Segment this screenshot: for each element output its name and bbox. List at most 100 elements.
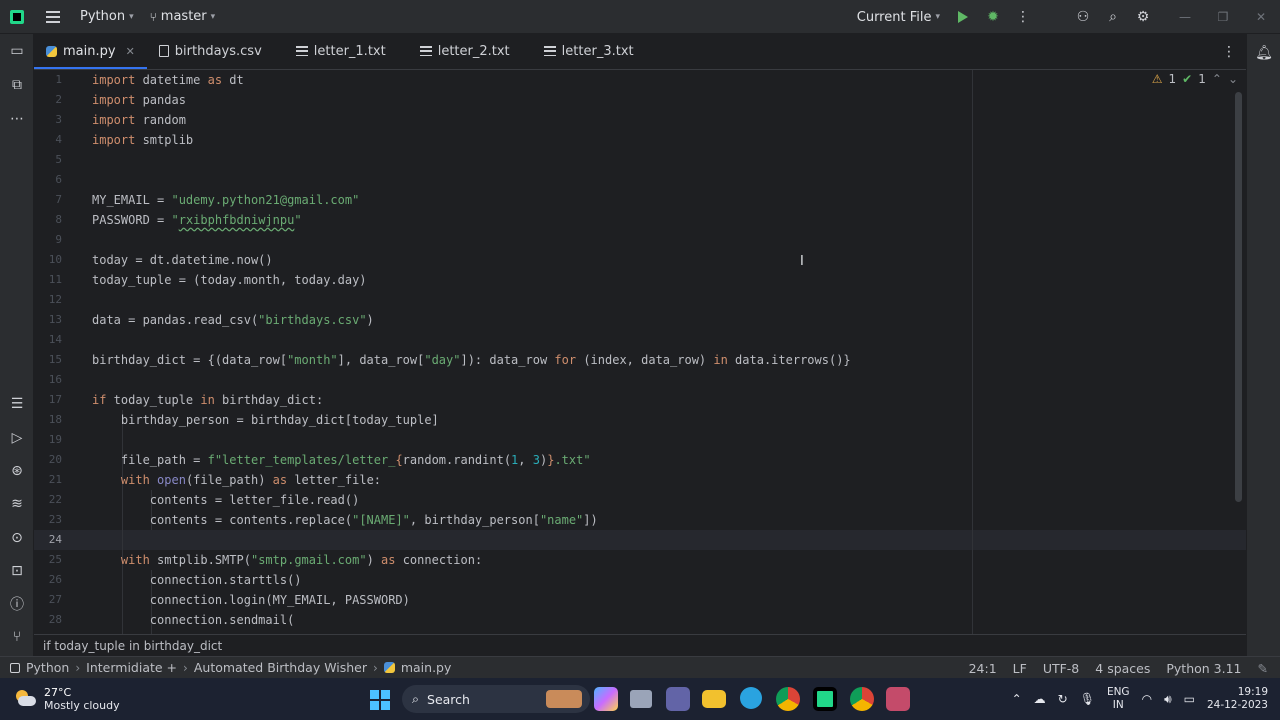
run-tool-icon[interactable]: ▷	[0, 424, 34, 452]
search-icon[interactable]: ⌕	[1098, 0, 1128, 34]
taskbar-search[interactable]: ⌕ Search	[402, 685, 590, 713]
file-explorer-icon[interactable]	[702, 690, 726, 708]
restore-icon[interactable]: ❐	[1204, 0, 1242, 34]
line-number[interactable]: 7	[34, 190, 62, 210]
python-packages-icon[interactable]: ⊛	[0, 457, 34, 485]
todo-list-icon[interactable]: ☰	[0, 390, 34, 418]
breadcrumb-item[interactable]: main.py	[401, 660, 452, 675]
vertical-scrollbar[interactable]	[1235, 92, 1242, 502]
line-separator[interactable]: LF	[1013, 661, 1027, 676]
chrome-icon[interactable]	[776, 687, 800, 711]
indent-setting[interactable]: 4 spaces	[1095, 661, 1150, 676]
clock[interactable]: 19:19 24-12-2023	[1207, 686, 1268, 712]
line-number[interactable]: 15	[34, 350, 62, 370]
project-selector[interactable]: Python ▾	[72, 0, 142, 34]
line-number[interactable]: 14	[34, 330, 62, 350]
breadcrumb-item[interactable]: Intermidiate +	[86, 660, 177, 675]
copilot-icon[interactable]	[594, 687, 618, 711]
text-file-icon	[419, 46, 432, 56]
line-number[interactable]: 26	[34, 570, 62, 590]
line-number[interactable]: 21	[34, 470, 62, 490]
layers-icon[interactable]: ≋	[0, 490, 34, 518]
gear-icon[interactable]: ⚙	[1128, 0, 1158, 34]
tab-letter-3[interactable]: letter_3.txt	[522, 33, 646, 69]
tab-main-py[interactable]: main.py ✕	[34, 33, 147, 69]
snipping-tool-icon[interactable]	[886, 687, 910, 711]
tab-letter-1[interactable]: letter_1.txt	[274, 33, 398, 69]
line-number[interactable]: 16	[34, 370, 62, 390]
folder-icon[interactable]: ▭	[0, 37, 34, 65]
minimize-icon[interactable]: —	[1166, 0, 1204, 34]
run-config-selector[interactable]: Current File ▾	[849, 0, 948, 34]
lock-icon[interactable]: ✎	[1258, 661, 1268, 676]
more-actions-icon[interactable]: ⋮	[1008, 0, 1038, 34]
file-encoding[interactable]: UTF-8	[1043, 661, 1079, 676]
cloud-sync-icon[interactable]: ☁	[1034, 692, 1046, 706]
line-number[interactable]: 22	[34, 490, 62, 510]
line-number[interactable]: 17	[34, 390, 62, 410]
pycharm-logo-icon[interactable]	[0, 0, 34, 34]
caret-position[interactable]: 24:1	[969, 661, 997, 676]
wifi-icon[interactable]: ◠	[1142, 692, 1152, 706]
chrome-profile-icon[interactable]	[850, 687, 874, 711]
line-number[interactable]: 12	[34, 290, 62, 310]
close-window-icon[interactable]: ✕	[1242, 0, 1280, 34]
structure-icon[interactable]: ⧉	[0, 71, 34, 99]
problems-icon[interactable]: ⓘ	[0, 590, 34, 618]
notifications-icon[interactable]: 🔔︎	[1247, 36, 1280, 70]
pycharm-taskbar-icon[interactable]	[813, 687, 837, 711]
line-number[interactable]: 27	[34, 590, 62, 610]
line-number[interactable]: 11	[34, 270, 62, 290]
line-number[interactable]: 13	[34, 310, 62, 330]
breadcrumb-item[interactable]: Automated Birthday Wisher	[194, 660, 367, 675]
refresh-icon[interactable]: ↻	[1058, 692, 1068, 706]
chevron-up-icon[interactable]: ⌃	[1212, 72, 1222, 86]
line-number[interactable]: 5	[34, 150, 62, 170]
code-editor[interactable]: 1 2 3 4 5 6 7 8 9 10 11 12 13 14 15 16 17 18 19 20 21 22 23 24 2…	[34, 70, 1246, 634]
more-tools-icon[interactable]: ⋯	[0, 105, 34, 133]
windows-start-icon[interactable]	[370, 690, 390, 710]
line-number[interactable]: 4	[34, 130, 62, 150]
teams-icon[interactable]	[666, 687, 690, 711]
tab-letter-2[interactable]: letter_2.txt	[398, 33, 522, 69]
line-number[interactable]: 8	[34, 210, 62, 230]
chevron-down-icon[interactable]: ⌄	[1228, 72, 1238, 86]
close-icon[interactable]: ✕	[126, 45, 135, 58]
main-menu-icon[interactable]	[34, 0, 72, 34]
git-icon[interactable]: ⑂	[0, 623, 34, 651]
line-number[interactable]: 9	[34, 230, 62, 250]
line-number[interactable]: 25	[34, 550, 62, 570]
line-number[interactable]: 3	[34, 110, 62, 130]
line-number[interactable]: 18	[34, 410, 62, 430]
services-icon[interactable]: ⊙	[0, 524, 34, 552]
line-number[interactable]: 24	[34, 530, 62, 550]
line-number[interactable]: 2	[34, 90, 62, 110]
code-context-hint[interactable]: if today_tuple in birthday_dict	[34, 634, 1246, 656]
tab-birthdays-csv[interactable]: birthdays.csv	[147, 33, 274, 69]
csv-file-icon	[158, 45, 169, 57]
add-user-icon[interactable]: ⚇	[1068, 0, 1098, 34]
tray-overflow-icon[interactable]: ⌃	[1012, 692, 1022, 706]
debug-icon[interactable]: ✹	[978, 0, 1008, 34]
language-indicator[interactable]: ENG IN	[1107, 686, 1130, 712]
line-number[interactable]: 28	[34, 610, 62, 630]
tabs-more-icon[interactable]: ⋮	[1222, 34, 1236, 70]
weather-widget[interactable]: 27°C Mostly cloudy	[0, 686, 200, 712]
battery-icon[interactable]: ▭	[1184, 692, 1195, 706]
line-number[interactable]: 1	[34, 70, 62, 90]
telegram-icon[interactable]	[740, 687, 762, 709]
line-number[interactable]: 6	[34, 170, 62, 190]
line-number[interactable]: 23	[34, 510, 62, 530]
volume-icon[interactable]: 🔊︎	[1164, 692, 1172, 707]
breadcrumb-item[interactable]: Python	[26, 660, 69, 675]
run-icon[interactable]	[948, 0, 978, 34]
line-number[interactable]: 19	[34, 430, 62, 450]
line-number[interactable]: 10	[34, 250, 62, 270]
python-interpreter[interactable]: Python 3.11	[1166, 661, 1241, 676]
branch-selector[interactable]: ⑂ master ▾	[142, 0, 224, 34]
microphone-icon[interactable]: 🎙︎	[1080, 692, 1095, 706]
task-view-icon[interactable]	[630, 690, 652, 708]
terminal-icon[interactable]: ⊡	[0, 557, 34, 585]
inspection-widget[interactable]: ⚠ 1 ✔ 1 ⌃ ⌄	[1152, 72, 1238, 86]
line-number[interactable]: 20	[34, 450, 62, 470]
